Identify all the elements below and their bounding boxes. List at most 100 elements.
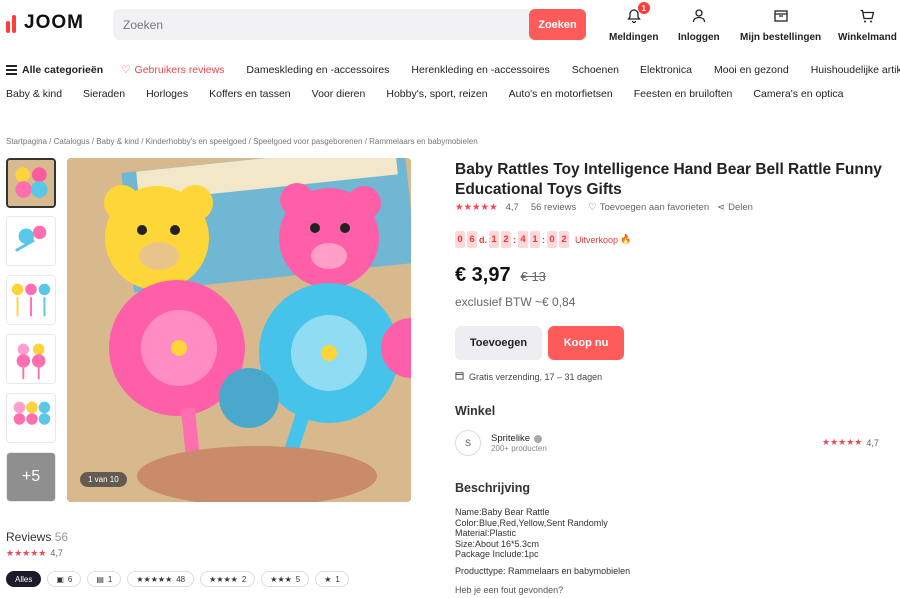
description-line: Color:Blue,Red,Yellow,Sent Randomly <box>455 517 608 528</box>
heart-outline-icon: ♡ <box>588 202 597 213</box>
share-label: Delen <box>728 202 753 213</box>
report-error-link[interactable]: Heb je een fout gevonden? <box>455 585 563 595</box>
comment-icon: ▤ <box>96 574 104 584</box>
cart-button[interactable]: Winkelmand <box>838 8 897 43</box>
fire-icon: 🔥 <box>620 234 632 244</box>
cart-icon <box>859 8 875 32</box>
subcategory-hobby[interactable]: Hobby's, sport, reizen <box>386 88 487 100</box>
description-line: Material:Plastic <box>455 528 517 538</box>
favorite-button[interactable]: ♡ Toevoegen aan favorieten <box>588 202 709 213</box>
user-icon <box>691 8 707 32</box>
filter-count: 1 <box>335 574 340 584</box>
current-price: € 3,97 <box>455 264 511 286</box>
category-household[interactable]: Huishoudelijke artikelen <box>811 64 900 76</box>
filter-3-stars[interactable]: ★★★ 5 <box>261 571 310 587</box>
gallery-thumbnail[interactable] <box>6 334 56 384</box>
subcategory-auto[interactable]: Auto's en motorfietsen <box>509 88 613 100</box>
filter-comments[interactable]: ▤ 1 <box>87 571 122 587</box>
category-beauty[interactable]: Mooi en gezond <box>714 64 789 76</box>
category-mens[interactable]: Herenkleding en -accessoires <box>411 64 549 76</box>
logo-mark-icon <box>6 13 18 33</box>
description-text: Name:Baby Bear Rattle Color:Blue,Red,Yel… <box>455 507 755 576</box>
rating-stars-icon: ★★★★★ <box>6 548 47 558</box>
breadcrumb-item[interactable]: Startpagina <box>6 137 47 146</box>
verified-icon <box>534 434 543 443</box>
timer-digit: 0 <box>455 231 465 248</box>
gallery-thumbnail[interactable] <box>6 275 56 325</box>
breadcrumb-item[interactable]: Baby & kind <box>96 137 139 146</box>
category-electronics[interactable]: Elektronica <box>640 64 692 76</box>
rating-stars-icon: ★★★★★ <box>822 437 863 447</box>
menu-icon[interactable] <box>6 65 17 75</box>
gallery-more-count: +5 <box>21 468 41 485</box>
filter-4-stars[interactable]: ★★★★ 2 <box>200 571 256 587</box>
joom-logo[interactable]: JOOM <box>6 12 84 34</box>
subcategory-bags[interactable]: Koffers en tassen <box>209 88 291 100</box>
subcategory-baby[interactable]: Baby & kind <box>6 88 62 100</box>
store-heading: Winkel <box>455 404 496 418</box>
category-user-reviews[interactable]: Gebruikers reviews <box>135 64 225 76</box>
reviews-title: Reviews <box>6 530 52 544</box>
notifications-button[interactable]: 1 Meldingen <box>609 2 658 43</box>
store-name: Spritelike <box>491 433 531 444</box>
filter-count: 1 <box>107 574 113 584</box>
filter-5-stars[interactable]: ★★★★★ 48 <box>127 571 195 587</box>
subcategory-nav: Baby & kind Sieraden Horloges Koffers en… <box>6 88 844 100</box>
search-input[interactable] <box>113 9 528 40</box>
search-button[interactable]: Zoeken <box>529 9 586 40</box>
subcategory-watches[interactable]: Horloges <box>146 88 188 100</box>
timer-digit: 6 <box>467 231 477 248</box>
all-categories-button[interactable]: Alle categorieën <box>22 64 103 76</box>
category-womens[interactable]: Dameskleding en -accessoires <box>246 64 389 76</box>
filter-all[interactable]: Alles <box>6 571 42 587</box>
store-product-count: 200+ producten <box>491 444 547 453</box>
review-filters: Alles ▣ 6 ▤ 1 ★★★★★ 48 ★★★★ 2 ★★★ 5 ★ 1 <box>6 571 349 587</box>
gallery-more-button[interactable]: +5 <box>6 452 56 502</box>
reviews-rating-value: 4,7 <box>50 548 63 558</box>
product-main-image[interactable] <box>67 158 411 502</box>
product-rating: 4,7 <box>505 202 519 213</box>
shipping-info: Gratis verzending, 17 – 31 dagen <box>455 371 602 382</box>
breadcrumb-item[interactable]: Speelgoed voor pasgeborenen <box>253 137 362 146</box>
breadcrumb-item[interactable]: Kinderhobby's en speelgoed <box>146 137 247 146</box>
1-star-icon: ★ <box>324 574 332 584</box>
price-block: € 3,97 € 13 <box>455 264 546 287</box>
product-reviews-link[interactable]: 56 reviews <box>531 202 576 213</box>
gallery-thumbnail[interactable] <box>6 393 56 443</box>
subcategory-pets[interactable]: Voor dieren <box>312 88 366 100</box>
timer-digit: 2 <box>501 231 511 248</box>
timer-digit: 2 <box>559 231 569 248</box>
old-price: € 13 <box>520 269 546 284</box>
description-line: Package Include:1pc <box>455 549 539 559</box>
reviews-heading: Reviews 56 <box>6 530 68 544</box>
buy-now-button[interactable]: Koop nu <box>548 326 624 360</box>
login-label: Inloggen <box>678 32 720 43</box>
image-counter: 1 van 10 <box>80 472 127 487</box>
subcategory-parties[interactable]: Feesten en bruiloften <box>634 88 733 100</box>
login-button[interactable]: Inloggen <box>678 8 720 43</box>
product-type: Producttype: Rammelaars en babymobielen <box>455 565 631 576</box>
bell-icon: 1 <box>626 2 650 32</box>
product-meta: ★★★★★ 4,7 56 reviews ♡ Toevoegen aan fav… <box>455 202 753 213</box>
store-avatar: S <box>455 430 481 456</box>
filter-1-star[interactable]: ★ 1 <box>315 571 349 587</box>
shipping-text: Gratis verzending, 17 – 31 dagen <box>469 371 603 382</box>
store-card[interactable]: S Spritelike 200+ producten <box>455 430 547 456</box>
filter-photos[interactable]: ▣ 6 <box>47 571 82 587</box>
vat-note: exclusief BTW ~€ 0,84 <box>455 295 576 309</box>
breadcrumb-item[interactable]: Rammelaars en babymobielen <box>369 137 478 146</box>
gallery-thumbnail[interactable] <box>6 216 56 266</box>
filter-count: 5 <box>295 574 301 584</box>
breadcrumb-item[interactable]: Catalogus <box>54 137 90 146</box>
gallery-thumbnail[interactable] <box>6 158 56 208</box>
reviews-rating: ★★★★★ 4,7 <box>6 548 63 559</box>
orders-button[interactable]: Mijn bestellingen <box>740 8 821 43</box>
description-line: Name:Baby Bear Rattle <box>455 507 550 517</box>
description-line: Size:About 16*5.3cm <box>455 538 540 549</box>
subcategory-cameras[interactable]: Camera's en optica <box>753 88 843 100</box>
add-to-cart-button[interactable]: Toevoegen <box>455 326 542 360</box>
subcategory-jewelry[interactable]: Sieraden <box>83 88 125 100</box>
category-shoes[interactable]: Schoenen <box>572 64 619 76</box>
share-button[interactable]: ⋖ Delen <box>717 202 753 213</box>
box-icon <box>773 8 789 32</box>
